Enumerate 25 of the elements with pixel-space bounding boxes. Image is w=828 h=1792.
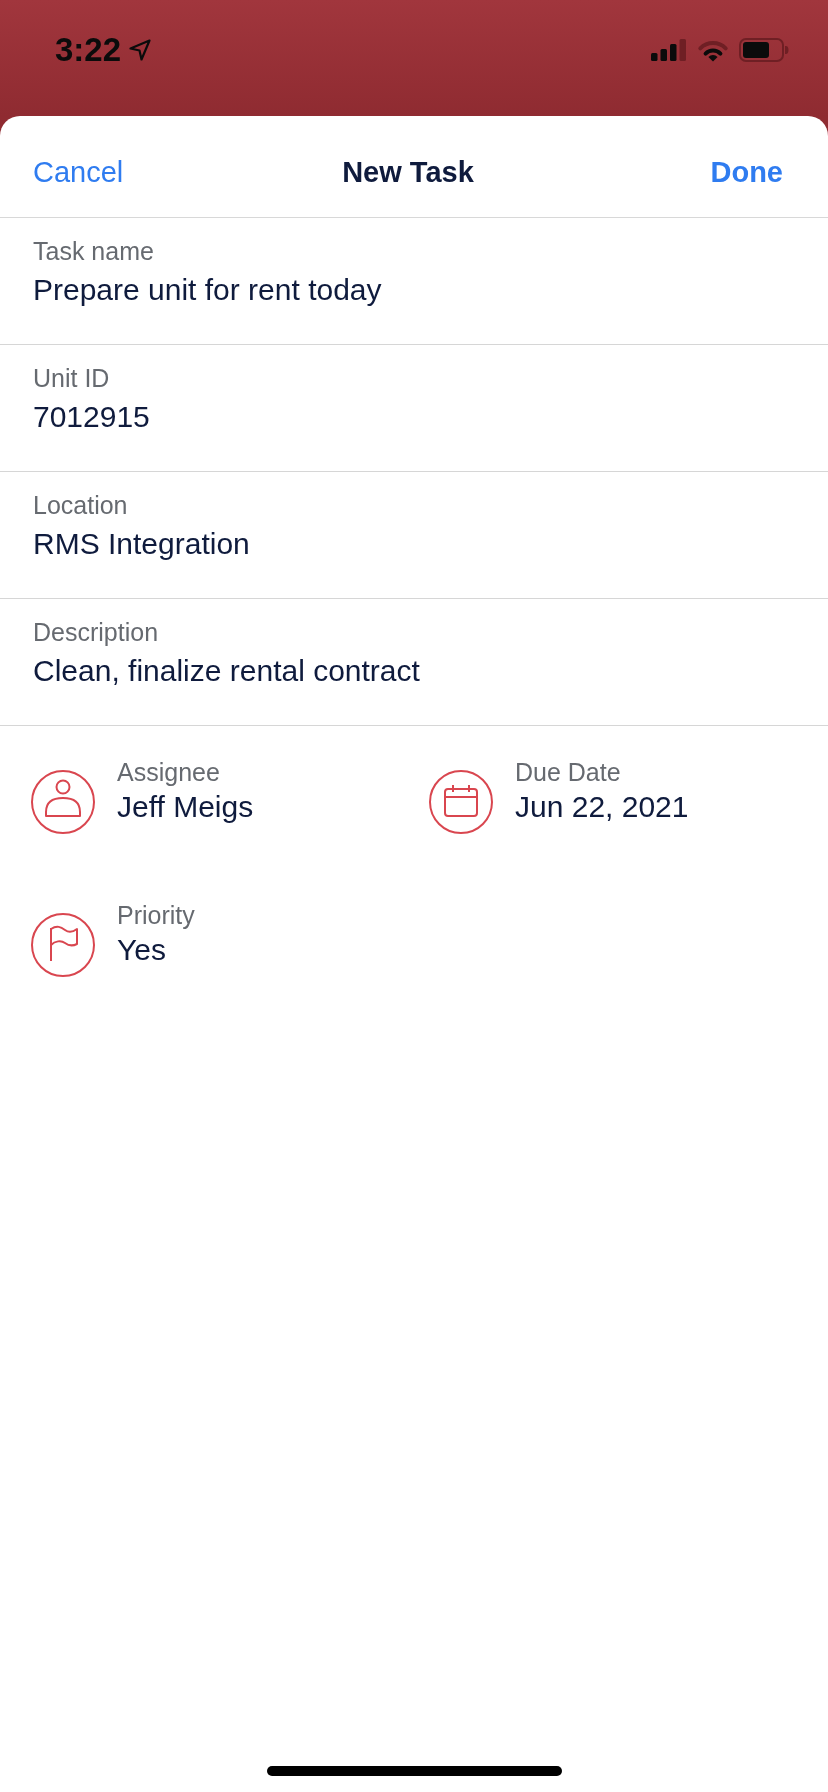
calendar-icon [429,770,493,834]
person-icon [31,770,95,834]
wifi-icon [697,38,729,62]
cancel-button[interactable]: Cancel [33,153,124,190]
field-value[interactable]: Prepare unit for rent today [33,271,382,309]
detail-value[interactable]: Jeff Meigs [117,788,254,826]
detail-label: Assignee [117,757,220,788]
detail-label: Priority [117,900,195,931]
location-arrow-icon [129,39,152,61]
field-value[interactable]: 7012915 [33,398,150,436]
field-value[interactable]: Clean, finalize rental contract [33,652,420,690]
detail-value[interactable]: Yes [117,931,166,969]
sheet-title: New Task [342,154,474,190]
battery-icon [739,38,789,62]
field-label: Location [33,490,128,521]
signal-icon [651,39,687,61]
field-label: Description [33,617,159,648]
field-value[interactable]: RMS Integration [33,525,250,563]
flag-icon [31,913,95,977]
detail-label: Due Date [515,757,621,788]
field-label: Task name [33,236,154,267]
detail-value[interactable]: Jun 22, 2021 [515,788,689,826]
done-button[interactable]: Done [710,153,783,190]
field-label: Unit ID [33,363,110,394]
clock-time: 3:22 [55,31,122,69]
